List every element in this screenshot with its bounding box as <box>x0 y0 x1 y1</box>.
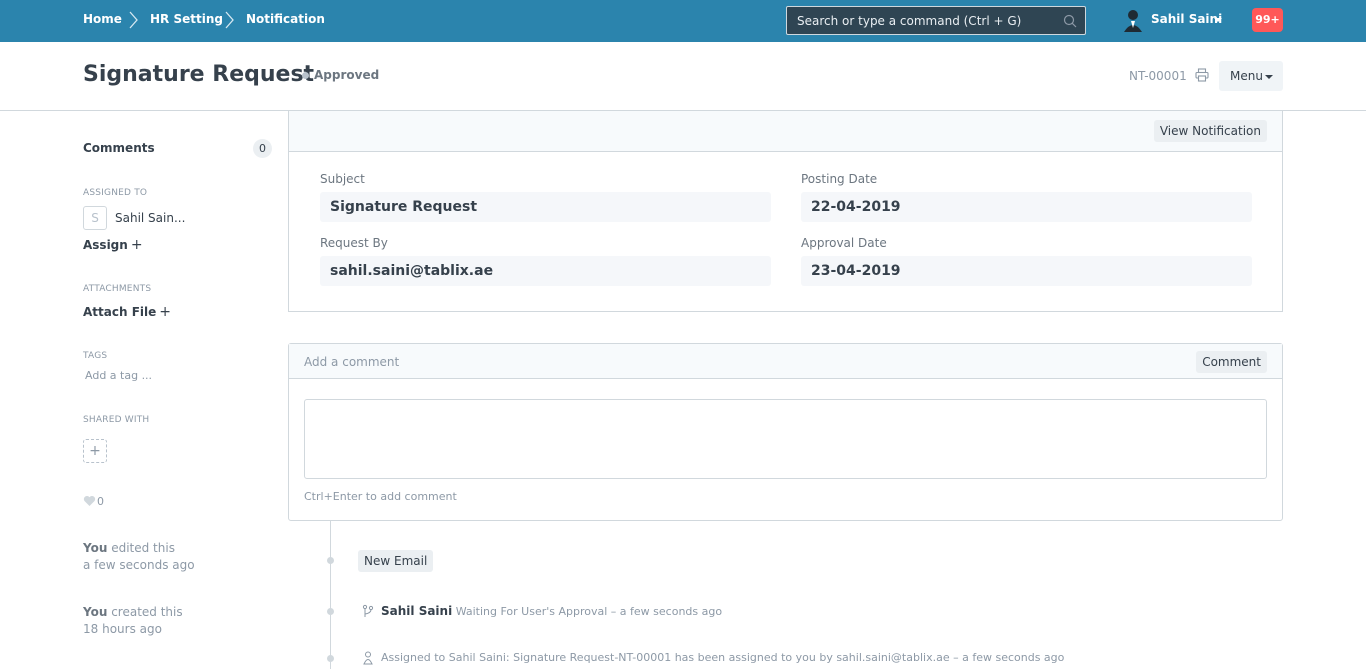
timeline-item: Sahil Saini Waiting For User's Approval … <box>381 604 722 618</box>
assign-button[interactable]: Assign + <box>83 237 143 253</box>
document-id: NT-00001 <box>1129 69 1187 83</box>
breadcrumb-notification[interactable]: Notification <box>246 12 325 26</box>
status-badge: Approved <box>314 68 380 82</box>
workflow-branch-icon <box>362 604 374 617</box>
attachments-heading: ATTACHMENTS <box>83 284 152 294</box>
page-title: Signature Request <box>83 62 315 87</box>
timeline-item: Assigned to Sahil Saini: Signature Reque… <box>381 651 1064 664</box>
menu-button-label: Menu <box>1230 69 1263 83</box>
timeline-dot <box>327 557 334 564</box>
comment-hint: Ctrl+Enter to add comment <box>304 490 457 503</box>
comments-count-badge: 0 <box>253 139 272 158</box>
request-by-field[interactable]: sahil.saini@tablix.ae <box>320 256 771 286</box>
like-count: 0 <box>97 495 104 508</box>
timeline-dot <box>327 608 334 615</box>
activity-item: You created this 18 hours ago <box>83 604 183 638</box>
assignee-name[interactable]: Sahil Sain... <box>115 211 185 225</box>
approval-date-label: Approval Date <box>801 236 887 250</box>
activity-action: edited this <box>111 541 175 555</box>
plus-icon: + <box>130 237 143 253</box>
comment-header: Add a comment Comment <box>289 344 1282 379</box>
posting-date-label: Posting Date <box>801 172 878 186</box>
search-input[interactable]: Search or type a command (Ctrl + G) <box>786 6 1086 35</box>
subject-label: Subject <box>320 172 365 186</box>
search-icon <box>1063 14 1077 28</box>
assign-label: Assign <box>83 238 128 252</box>
add-tag-input[interactable]: Add a tag ... <box>85 369 152 382</box>
user-menu-name[interactable]: Sahil Saini <box>1151 12 1222 26</box>
caret-down-icon <box>1265 75 1273 79</box>
activity-action: created this <box>111 605 183 619</box>
top-navbar: Home HR Setting Notification Search or t… <box>0 0 1366 42</box>
status-indicator-icon <box>302 72 309 79</box>
activity-user: You <box>83 541 108 555</box>
posting-date-field[interactable]: 22-04-2019 <box>801 192 1252 222</box>
heart-icon[interactable] <box>83 495 96 507</box>
activity-item: You edited this a few seconds ago <box>83 540 195 574</box>
timeline-message: Waiting For User's Approval – a few seco… <box>455 605 723 618</box>
request-by-label: Request By <box>320 236 388 250</box>
comment-card: Add a comment Comment Ctrl+Enter to add … <box>288 343 1283 521</box>
caret-down-icon[interactable] <box>1214 18 1222 22</box>
attach-file-label: Attach File <box>83 305 157 319</box>
breadcrumb-hr-setting[interactable]: HR Setting <box>150 12 223 26</box>
timeline-line <box>330 521 331 669</box>
user-assign-icon <box>363 651 373 665</box>
add-comment-label: Add a comment <box>304 355 400 369</box>
shared-with-heading: SHARED WITH <box>83 415 150 425</box>
timeline-user[interactable]: Sahil Saini <box>381 604 452 618</box>
notification-badge[interactable]: 99+ <box>1252 8 1283 32</box>
activity-time: 18 hours ago <box>83 622 162 636</box>
menu-button[interactable]: Menu <box>1219 61 1283 91</box>
activity-user: You <box>83 605 108 619</box>
new-email-button[interactable]: New Email <box>358 550 434 572</box>
user-avatar-icon[interactable] <box>1122 8 1144 32</box>
view-notification-button[interactable]: View Notification <box>1153 120 1267 142</box>
timeline-message: Assigned to Sahil Saini: Signature Reque… <box>381 651 1065 664</box>
assigned-to-heading: ASSIGNED TO <box>83 188 148 198</box>
form-card: View Notification Subject Signature Requ… <box>288 111 1283 312</box>
print-icon[interactable] <box>1195 68 1209 82</box>
search-placeholder: Search or type a command (Ctrl + G) <box>797 14 1022 28</box>
activity-time: a few seconds ago <box>83 558 195 572</box>
assignee-avatar[interactable]: S <box>83 206 107 230</box>
breadcrumb-home[interactable]: Home <box>83 12 122 26</box>
add-share-button[interactable]: + <box>83 439 107 463</box>
timeline-dot <box>327 655 334 662</box>
form-toolbar: View Notification <box>289 111 1282 152</box>
chevron-right-icon <box>129 11 138 29</box>
chevron-right-icon <box>225 11 234 29</box>
plus-icon: + <box>159 304 171 320</box>
comment-textarea[interactable] <box>304 399 1267 479</box>
tags-heading: TAGS <box>83 351 108 361</box>
comment-button[interactable]: Comment <box>1196 351 1267 373</box>
attach-file-button[interactable]: Attach File + <box>83 304 171 320</box>
comments-link[interactable]: Comments <box>83 141 155 155</box>
subject-field[interactable]: Signature Request <box>320 192 771 222</box>
approval-date-field[interactable]: 23-04-2019 <box>801 256 1252 286</box>
